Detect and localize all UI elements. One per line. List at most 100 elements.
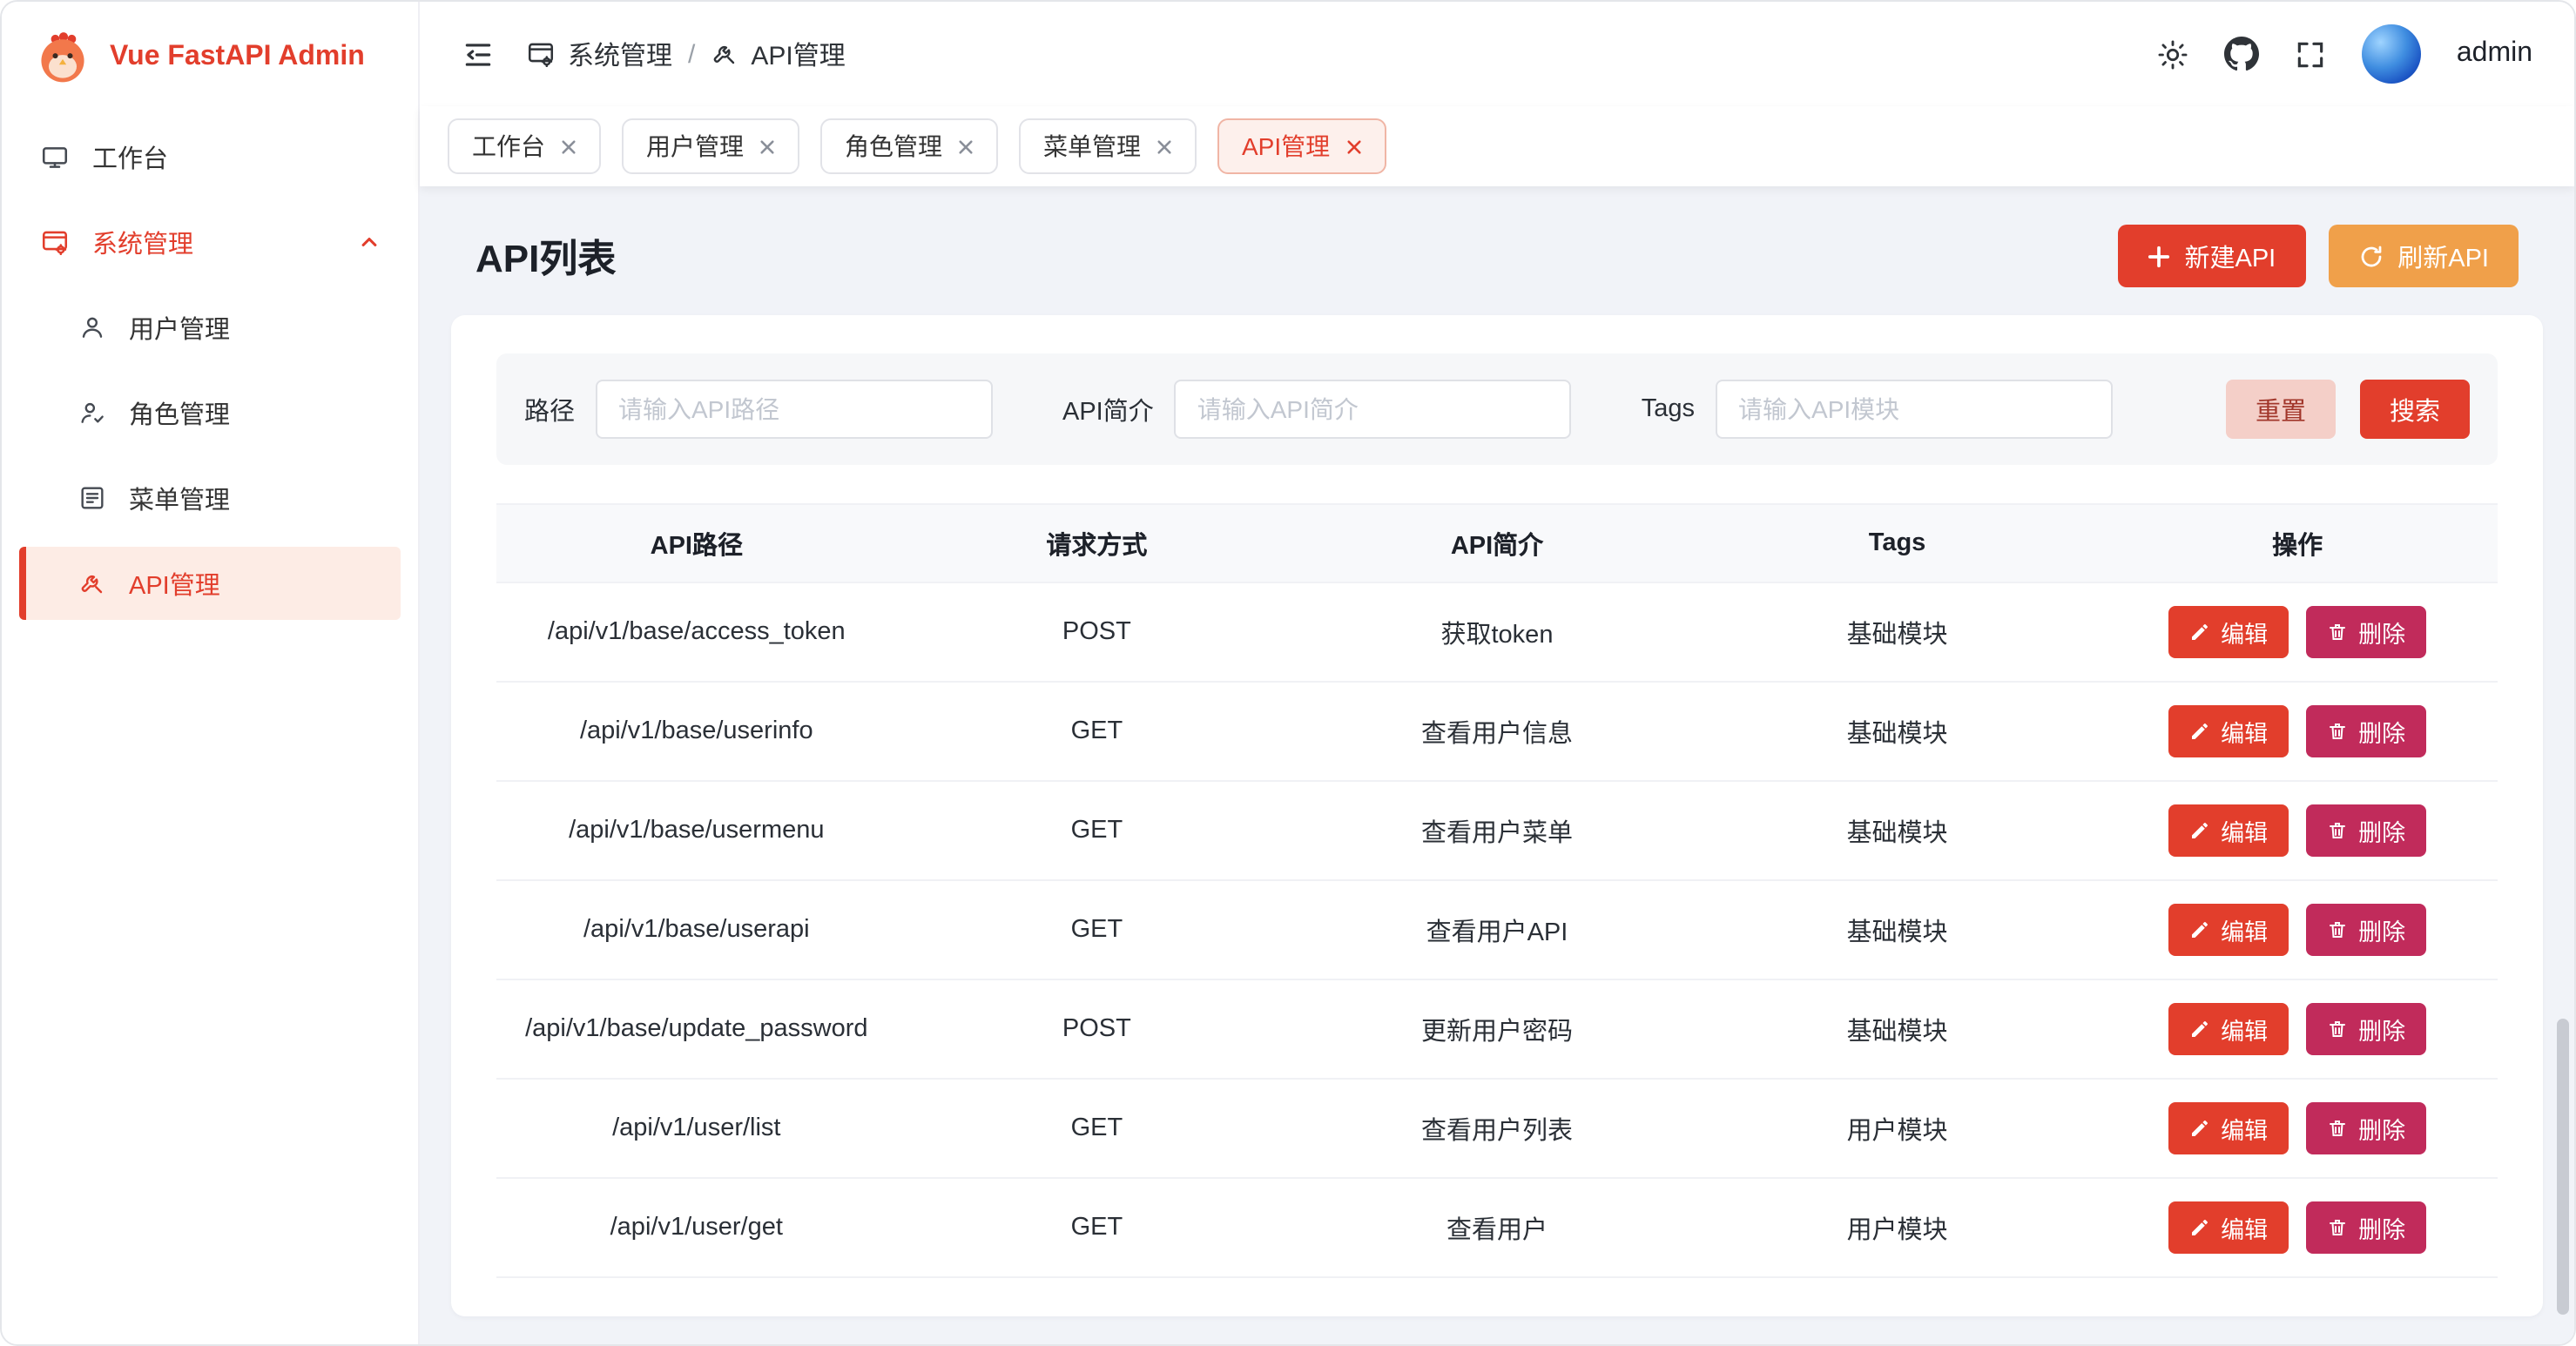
actions-cell: 编辑 删除 bbox=[2097, 683, 2498, 780]
delete-button[interactable]: 删除 bbox=[2306, 1201, 2426, 1254]
api-path-cell: /api/v1/user/get bbox=[496, 1179, 897, 1276]
sidebar-menu: 工作台 系统管理 bbox=[2, 113, 418, 627]
theme-toggle-sun-icon[interactable] bbox=[2157, 37, 2190, 71]
close-icon[interactable] bbox=[958, 138, 974, 154]
close-icon[interactable] bbox=[561, 138, 577, 154]
column-header-method: 请求方式 bbox=[897, 505, 1298, 582]
api-tags-cell: 用户模块 bbox=[1697, 1080, 2098, 1177]
breadcrumb-item-system[interactable]: 系统管理 bbox=[526, 36, 672, 72]
edit-button[interactable]: 编辑 bbox=[2168, 1102, 2289, 1154]
avatar[interactable] bbox=[2363, 24, 2422, 84]
edit-button[interactable]: 编辑 bbox=[2168, 804, 2289, 857]
api-tags-cell: 基础模块 bbox=[1697, 782, 2098, 879]
api-tags-cell: 基础模块 bbox=[1697, 980, 2098, 1078]
api-path-cell: /api/v1/base/usermenu bbox=[496, 782, 897, 879]
api-table: API路径 请求方式 API简介 Tags 操作 /api/v1/base/ac… bbox=[496, 503, 2498, 1278]
edit-button[interactable]: 编辑 bbox=[2168, 1201, 2289, 1254]
sidebar-item-label: 角色管理 bbox=[129, 394, 230, 431]
system-icon bbox=[40, 227, 70, 257]
close-icon[interactable] bbox=[1345, 138, 1361, 154]
pencil-icon bbox=[2189, 1217, 2210, 1238]
api-table-body: /api/v1/base/access_token POST 获取token 基… bbox=[496, 583, 2498, 1278]
delete-label: 删除 bbox=[2358, 714, 2405, 749]
sidebar-item-menus[interactable]: 菜单管理 bbox=[19, 461, 401, 535]
table-row: /api/v1/base/userapi GET 查看用户API 基础模块 编辑 bbox=[496, 881, 2498, 980]
column-header-actions: 操作 bbox=[2097, 505, 2498, 582]
edit-button[interactable]: 编辑 bbox=[2168, 705, 2289, 757]
sidebar-item-users[interactable]: 用户管理 bbox=[19, 291, 401, 364]
edit-label: 编辑 bbox=[2221, 1210, 2268, 1245]
trash-icon bbox=[2327, 622, 2348, 643]
edit-label: 编辑 bbox=[2221, 1111, 2268, 1146]
summary-filter-input[interactable] bbox=[1175, 380, 1572, 439]
refresh-icon bbox=[2357, 243, 2384, 269]
tab-users[interactable]: 用户管理 bbox=[622, 118, 799, 174]
column-header-summary: API简介 bbox=[1297, 505, 1697, 582]
delete-label: 删除 bbox=[2358, 1012, 2405, 1047]
sidebar-item-api[interactable]: API管理 bbox=[19, 547, 401, 620]
edit-button[interactable]: 编辑 bbox=[2168, 1003, 2289, 1055]
pencil-icon bbox=[2189, 1118, 2210, 1139]
api-method-cell: GET bbox=[897, 1080, 1298, 1177]
delete-button[interactable]: 删除 bbox=[2306, 705, 2426, 757]
reset-button[interactable]: 重置 bbox=[2226, 380, 2336, 439]
api-summary-cell: 查看用户 bbox=[1297, 1179, 1697, 1276]
github-icon[interactable] bbox=[2225, 37, 2260, 71]
pencil-icon bbox=[2189, 820, 2210, 841]
api-path-cell: /api/v1/base/update_password bbox=[496, 980, 897, 1078]
username[interactable]: admin bbox=[2457, 38, 2532, 70]
menu-list-icon bbox=[78, 484, 106, 512]
refresh-api-button[interactable]: 刷新API bbox=[2328, 225, 2519, 287]
api-tags-cell: 基础模块 bbox=[1697, 583, 2098, 681]
sidebar-item-roles[interactable]: 角色管理 bbox=[19, 376, 401, 449]
api-tags-cell: 基础模块 bbox=[1697, 683, 2098, 780]
page-content: API列表 新建API 刷新API bbox=[420, 186, 2574, 1344]
sidebar-item-system[interactable]: 系统管理 bbox=[19, 205, 401, 279]
api-path-cell: /api/v1/base/access_token bbox=[496, 583, 897, 681]
delete-button[interactable]: 删除 bbox=[2306, 1003, 2426, 1055]
api-path-cell: /api/v1/base/userapi bbox=[496, 881, 897, 979]
close-icon[interactable] bbox=[759, 138, 775, 154]
collapse-sidebar-icon[interactable] bbox=[462, 37, 495, 71]
table-row: /api/v1/base/userinfo GET 查看用户信息 基础模块 编辑 bbox=[496, 683, 2498, 782]
search-button[interactable]: 搜索 bbox=[2360, 380, 2470, 439]
api-method-cell: GET bbox=[897, 782, 1298, 879]
sidebar: Vue FastAPI Admin 工作台 bbox=[2, 2, 420, 1344]
delete-button[interactable]: 删除 bbox=[2306, 804, 2426, 857]
scrollbar-thumb[interactable] bbox=[2557, 1019, 2569, 1315]
actions-cell: 编辑 删除 bbox=[2097, 1179, 2498, 1276]
pencil-icon bbox=[2189, 1019, 2210, 1040]
create-api-button[interactable]: 新建API bbox=[2119, 225, 2306, 287]
api-tags-cell: 用户模块 bbox=[1697, 1179, 2098, 1276]
api-method-cell: POST bbox=[897, 980, 1298, 1078]
delete-label: 删除 bbox=[2358, 813, 2405, 848]
summary-filter-label: API简介 bbox=[1062, 391, 1154, 427]
tab-roles[interactable]: 角色管理 bbox=[820, 118, 998, 174]
tab-menus[interactable]: 菜单管理 bbox=[1019, 118, 1197, 174]
breadcrumb-label: API管理 bbox=[751, 36, 845, 72]
edit-label: 编辑 bbox=[2221, 615, 2268, 649]
page-head: API列表 新建API 刷新API bbox=[451, 211, 2543, 315]
edit-button[interactable]: 编辑 bbox=[2168, 904, 2289, 956]
api-summary-cell: 查看用户列表 bbox=[1297, 1080, 1697, 1177]
page-title: API列表 bbox=[475, 228, 616, 284]
sidebar-item-workbench[interactable]: 工作台 bbox=[19, 120, 401, 193]
edit-label: 编辑 bbox=[2221, 714, 2268, 749]
tags-filter-input[interactable] bbox=[1716, 380, 2113, 439]
delete-button[interactable]: 删除 bbox=[2306, 1102, 2426, 1154]
fullscreen-icon[interactable] bbox=[2295, 37, 2328, 71]
path-filter-input[interactable] bbox=[596, 380, 993, 439]
delete-button[interactable]: 删除 bbox=[2306, 904, 2426, 956]
pencil-icon bbox=[2189, 919, 2210, 940]
breadcrumb-item-api[interactable]: API管理 bbox=[711, 36, 845, 72]
tab-api[interactable]: API管理 bbox=[1217, 118, 1386, 174]
delete-button[interactable]: 删除 bbox=[2306, 606, 2426, 658]
delete-label: 删除 bbox=[2358, 912, 2405, 947]
edit-button[interactable]: 编辑 bbox=[2168, 606, 2289, 658]
api-method-cell: GET bbox=[897, 881, 1298, 979]
tab-workbench[interactable]: 工作台 bbox=[448, 118, 601, 174]
api-summary-cell: 获取token bbox=[1297, 583, 1697, 681]
tab-label: 工作台 bbox=[472, 129, 545, 164]
workbench-icon bbox=[40, 142, 70, 172]
close-icon[interactable] bbox=[1157, 138, 1172, 154]
